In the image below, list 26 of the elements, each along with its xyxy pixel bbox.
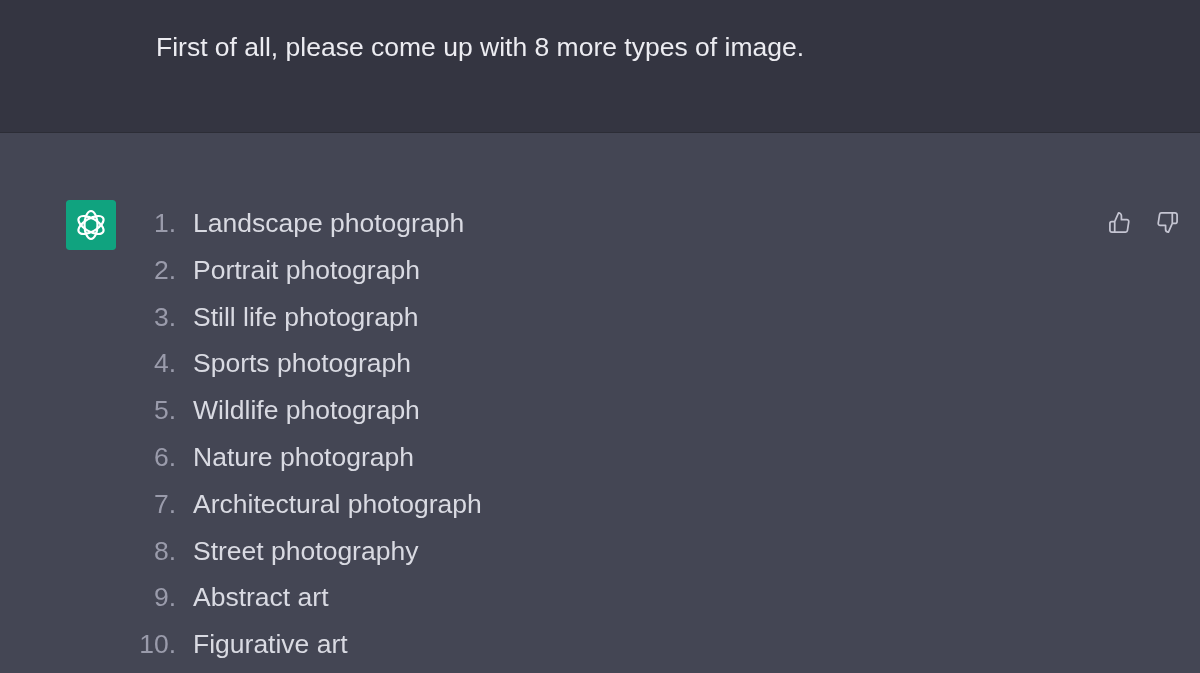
list-number: 6. — [152, 441, 176, 474]
list-number: 3. — [152, 300, 176, 334]
list-number: 9. — [152, 581, 176, 615]
thumbs-down-button[interactable] — [1154, 209, 1180, 235]
thumbs-down-icon — [1155, 210, 1179, 234]
list-item-text: Abstract art — [193, 581, 329, 615]
user-message-text: First of all, please come up with 8 more types of image. — [156, 31, 805, 63]
list-number: 4. — [152, 347, 176, 381]
list-item-text: Wildlife photograph — [193, 394, 420, 428]
list-item-text: Still life photograph — [193, 300, 419, 334]
list-item-text: Figurative art — [193, 628, 348, 662]
list-number: 10. — [138, 628, 176, 662]
list-number: 8. — [152, 534, 176, 568]
thumbs-up-button[interactable] — [1106, 209, 1132, 235]
thumbs-up-icon — [1107, 210, 1131, 234]
list-item-text: Sports photograph — [193, 347, 412, 381]
list-number: 1. — [152, 207, 176, 240]
list-item-text: Portrait photograph — [193, 253, 420, 287]
list-item-text: Landscape photograph — [193, 207, 465, 240]
list-item-text: Nature photograph — [193, 441, 414, 474]
list-number: 5. — [152, 394, 176, 428]
knot-logo-icon — [66, 200, 116, 250]
list-item-text: Architectural photograph — [193, 487, 482, 521]
list-item-text: Street photography — [193, 534, 419, 568]
list-number: 2. — [152, 253, 176, 287]
list-number: 7. — [152, 487, 176, 521]
